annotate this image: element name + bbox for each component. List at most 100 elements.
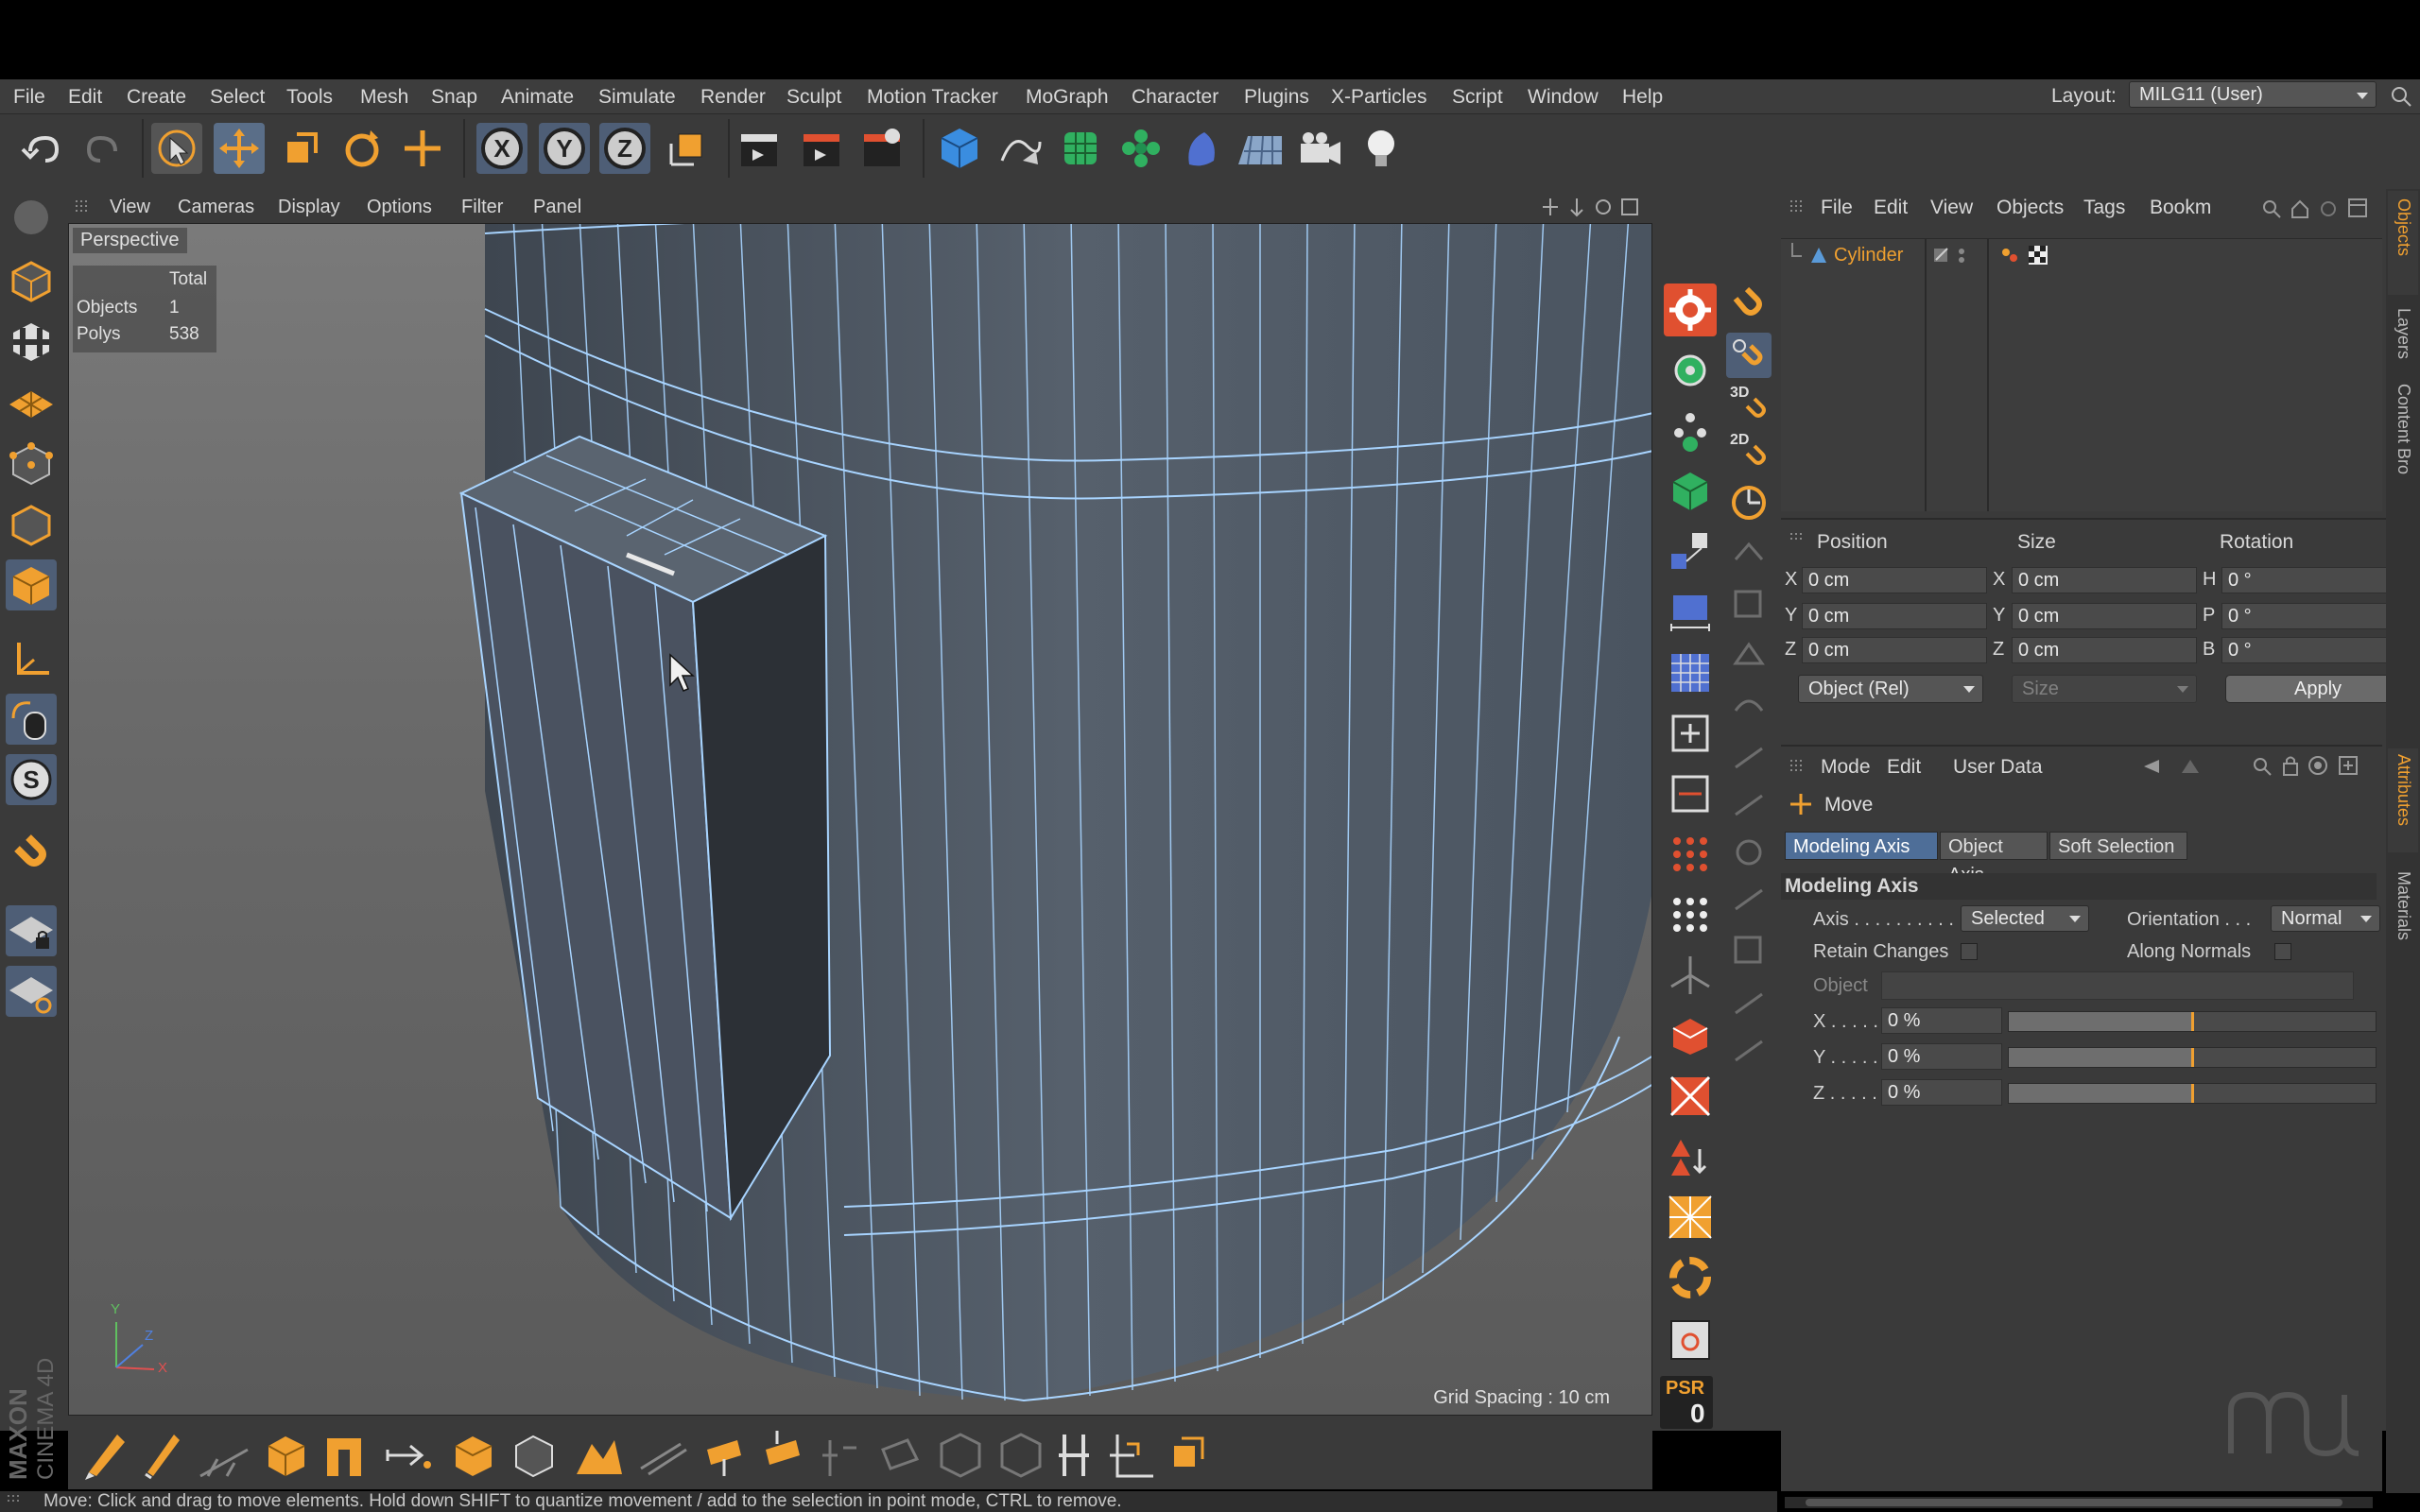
cube-object-button[interactable] bbox=[934, 123, 985, 174]
orientation-select[interactable]: Normal bbox=[2271, 905, 2380, 932]
rotation-p-field[interactable]: 0 ° bbox=[2221, 603, 2407, 629]
menu-window[interactable]: Window bbox=[1528, 86, 1599, 109]
render-settings-button[interactable] bbox=[856, 123, 908, 174]
viewport-menu-cameras[interactable]: Cameras bbox=[178, 197, 254, 218]
recycle-button[interactable] bbox=[1664, 1251, 1717, 1304]
rotation-h-field[interactable]: 0 ° bbox=[2221, 567, 2407, 593]
menu-simulate[interactable]: Simulate bbox=[598, 86, 676, 109]
along-normals-checkbox[interactable] bbox=[2274, 943, 2291, 960]
slider-x-field[interactable]: 0 % bbox=[1881, 1007, 2002, 1034]
menu-plugins[interactable]: Plugins bbox=[1244, 86, 1309, 109]
expand-panel-icon[interactable] bbox=[2337, 754, 2360, 777]
slider-z-handle[interactable] bbox=[2191, 1084, 2194, 1103]
snap-angle-button[interactable] bbox=[1726, 480, 1772, 525]
move-tool-button[interactable] bbox=[214, 123, 265, 174]
extrude-button[interactable] bbox=[1664, 465, 1717, 518]
object-link-field[interactable] bbox=[1881, 971, 2354, 1000]
size-y-field[interactable]: 0 cm bbox=[2012, 603, 2197, 629]
home-icon[interactable] bbox=[2290, 198, 2310, 219]
viewport-menu-options[interactable]: Options bbox=[367, 197, 432, 218]
menu-script[interactable]: Script bbox=[1452, 86, 1503, 109]
psr-indicator[interactable]: PSR 0 bbox=[1660, 1376, 1713, 1429]
menu-create[interactable]: Create bbox=[127, 86, 186, 109]
menu-mograph[interactable]: MoGraph bbox=[1026, 86, 1109, 109]
mesh-checker-button[interactable] bbox=[1664, 1191, 1717, 1244]
om-menu-tags[interactable]: Tags bbox=[2083, 197, 2125, 219]
menu-snap[interactable]: Snap bbox=[431, 86, 477, 109]
attr-menu-user-data[interactable]: User Data bbox=[1953, 756, 2043, 779]
resize-button[interactable] bbox=[1664, 707, 1717, 760]
tab-modeling-axis[interactable]: Modeling Axis bbox=[1785, 832, 1938, 860]
slider-z-field[interactable]: 0 % bbox=[1881, 1079, 2002, 1106]
layout-select[interactable]: MILG11 (User) bbox=[2129, 81, 2377, 108]
position-x-field[interactable]: 0 cm bbox=[1802, 567, 1987, 593]
target-icon[interactable] bbox=[2307, 754, 2329, 777]
texture-mode-button[interactable] bbox=[6, 316, 57, 367]
cloner-button[interactable] bbox=[1115, 123, 1167, 174]
tab-objects[interactable]: Objects bbox=[2388, 191, 2418, 295]
grid-button[interactable] bbox=[1664, 646, 1717, 699]
phong-tag-icon[interactable] bbox=[2000, 245, 2023, 266]
slider-y-field[interactable]: 0 % bbox=[1881, 1043, 2002, 1070]
slider-y-track[interactable] bbox=[2008, 1047, 2377, 1068]
menu-select[interactable]: Select bbox=[210, 86, 265, 109]
camera-label[interactable]: Perspective bbox=[73, 228, 187, 253]
tab-attributes[interactable]: Attributes bbox=[2388, 748, 2418, 852]
object-list[interactable]: Cylinder bbox=[1781, 238, 2382, 511]
light-button[interactable] bbox=[1356, 123, 1407, 174]
model-mode-button[interactable] bbox=[6, 255, 57, 306]
transform-tool-button[interactable] bbox=[397, 123, 448, 174]
menu-help[interactable]: Help bbox=[1622, 86, 1663, 109]
planar-workplane-button[interactable] bbox=[6, 966, 57, 1017]
viewport-menu-panel[interactable]: Panel bbox=[533, 197, 581, 218]
slider-y-handle[interactable] bbox=[2191, 1048, 2194, 1067]
knife-button[interactable] bbox=[1664, 1070, 1717, 1123]
menu-sculpt[interactable]: Sculpt bbox=[786, 86, 841, 109]
menu-animate[interactable]: Animate bbox=[501, 86, 574, 109]
layer-edit-icon[interactable] bbox=[1932, 245, 1951, 266]
om-menu-objects[interactable]: Objects bbox=[1996, 197, 2064, 219]
polygons-mode-button[interactable] bbox=[6, 559, 57, 610]
snap-3d-button[interactable]: 3D bbox=[1726, 380, 1772, 425]
polygon-pen-button[interactable] bbox=[1664, 1009, 1717, 1062]
search-icon[interactable] bbox=[2252, 756, 2273, 777]
move-gizmo-button[interactable] bbox=[1664, 284, 1717, 336]
object-row-cylinder[interactable]: Cylinder bbox=[1781, 243, 2382, 269]
size-x-field[interactable]: 0 cm bbox=[2012, 567, 2197, 593]
rotate-tool-button[interactable] bbox=[337, 123, 388, 174]
slider-x-track[interactable] bbox=[2008, 1011, 2377, 1032]
snap-button[interactable] bbox=[6, 830, 57, 881]
tab-soft-selection[interactable]: Soft Selection bbox=[2049, 832, 2187, 860]
axis-mode-button[interactable] bbox=[6, 633, 57, 684]
tab-object-axis[interactable]: Object Axis bbox=[1940, 832, 2048, 885]
menu-motion-tracker[interactable]: Motion Tracker bbox=[867, 86, 998, 109]
menu-edit[interactable]: Edit bbox=[68, 86, 102, 109]
expand-panel-icon[interactable] bbox=[2346, 197, 2369, 219]
bridge-button[interactable] bbox=[1664, 525, 1717, 578]
snap-auto-button[interactable] bbox=[1726, 333, 1772, 378]
attr-menu-mode[interactable]: Mode bbox=[1821, 756, 1871, 779]
object-name-cylinder[interactable]: Cylinder bbox=[1834, 245, 1903, 266]
up-arrow-icon[interactable] bbox=[2176, 756, 2204, 777]
tab-materials[interactable]: Materials bbox=[2388, 866, 2418, 970]
texture-tag-icon[interactable] bbox=[2029, 246, 2048, 265]
spline-pen-button[interactable] bbox=[994, 123, 1046, 174]
tab-content-browser[interactable]: Content Bro bbox=[2388, 378, 2418, 491]
menu-render[interactable]: Render bbox=[700, 86, 766, 109]
viewport-perspective[interactable]: Perspective Total Objects 1 Polys 538 Y … bbox=[68, 223, 1652, 1416]
position-z-field[interactable]: 0 cm bbox=[1802, 637, 1987, 663]
menu-mesh[interactable]: Mesh bbox=[360, 86, 408, 109]
position-y-field[interactable]: 0 cm bbox=[1802, 603, 1987, 629]
dot-grid-white-button[interactable] bbox=[1664, 888, 1717, 941]
size-z-field[interactable]: 0 cm bbox=[2012, 637, 2197, 663]
coordinate-system-button[interactable] bbox=[662, 123, 713, 174]
redo-button[interactable] bbox=[78, 123, 129, 174]
deformer-button[interactable] bbox=[1176, 123, 1227, 174]
axis-select[interactable]: Selected bbox=[1961, 905, 2089, 932]
viewport-menu-display[interactable]: Display bbox=[278, 197, 340, 218]
render-view-button[interactable] bbox=[734, 123, 785, 174]
edges-mode-button[interactable] bbox=[6, 499, 57, 550]
dot-grid-orange-button[interactable] bbox=[1664, 828, 1717, 881]
scrollbar-thumb[interactable] bbox=[1806, 1499, 2342, 1506]
om-menu-edit[interactable]: Edit bbox=[1874, 197, 1908, 219]
